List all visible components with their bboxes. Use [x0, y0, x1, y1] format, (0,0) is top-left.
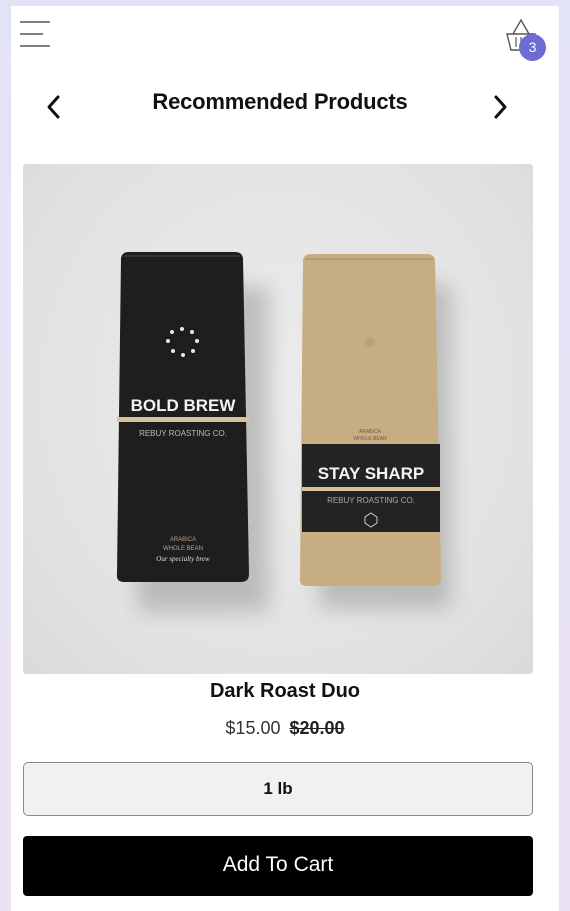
bag-origin-label: ARABICA	[170, 537, 196, 543]
page-title: Recommended Products	[152, 89, 408, 114]
price-row: $15.00 $20.00	[11, 718, 559, 739]
bag2-brand-label: STAY SHARP	[318, 464, 424, 483]
bag-bean-label: WHOLE BEAN	[163, 546, 203, 552]
product-image[interactable]: BOLD BREW REBUY ROASTING CO. ARABICA WHO…	[23, 164, 533, 674]
menu-icon[interactable]	[19, 19, 51, 49]
bag2-bean-label: WHOLE BEAN	[353, 436, 387, 442]
chevron-right-icon[interactable]	[486, 90, 514, 124]
sale-price: $15.00	[225, 718, 281, 738]
add-to-cart-button[interactable]: Add To Cart	[23, 836, 533, 896]
bag-tagline-label: Our specialty brew	[156, 555, 210, 563]
stay-sharp-bag: ARABICA WHOLE BEAN STAY SHARP REBUY ROAS…	[299, 254, 441, 586]
size-select[interactable]: 1 lb	[23, 762, 533, 816]
bag2-origin-label: ARABICA	[359, 429, 382, 435]
bag-roaster-label: REBUY ROASTING CO.	[139, 429, 227, 438]
bold-brew-bag: BOLD BREW REBUY ROASTING CO. ARABICA WHO…	[116, 252, 249, 582]
product-name: Dark Roast Duo	[209, 680, 361, 702]
bag-brand-label: BOLD BREW	[131, 396, 237, 415]
original-price: $20.00	[289, 718, 345, 738]
chevron-left-icon[interactable]	[40, 90, 68, 124]
cart-count-badge: 3	[519, 34, 546, 61]
bag2-roaster-label: REBUY ROASTING CO.	[327, 496, 415, 505]
